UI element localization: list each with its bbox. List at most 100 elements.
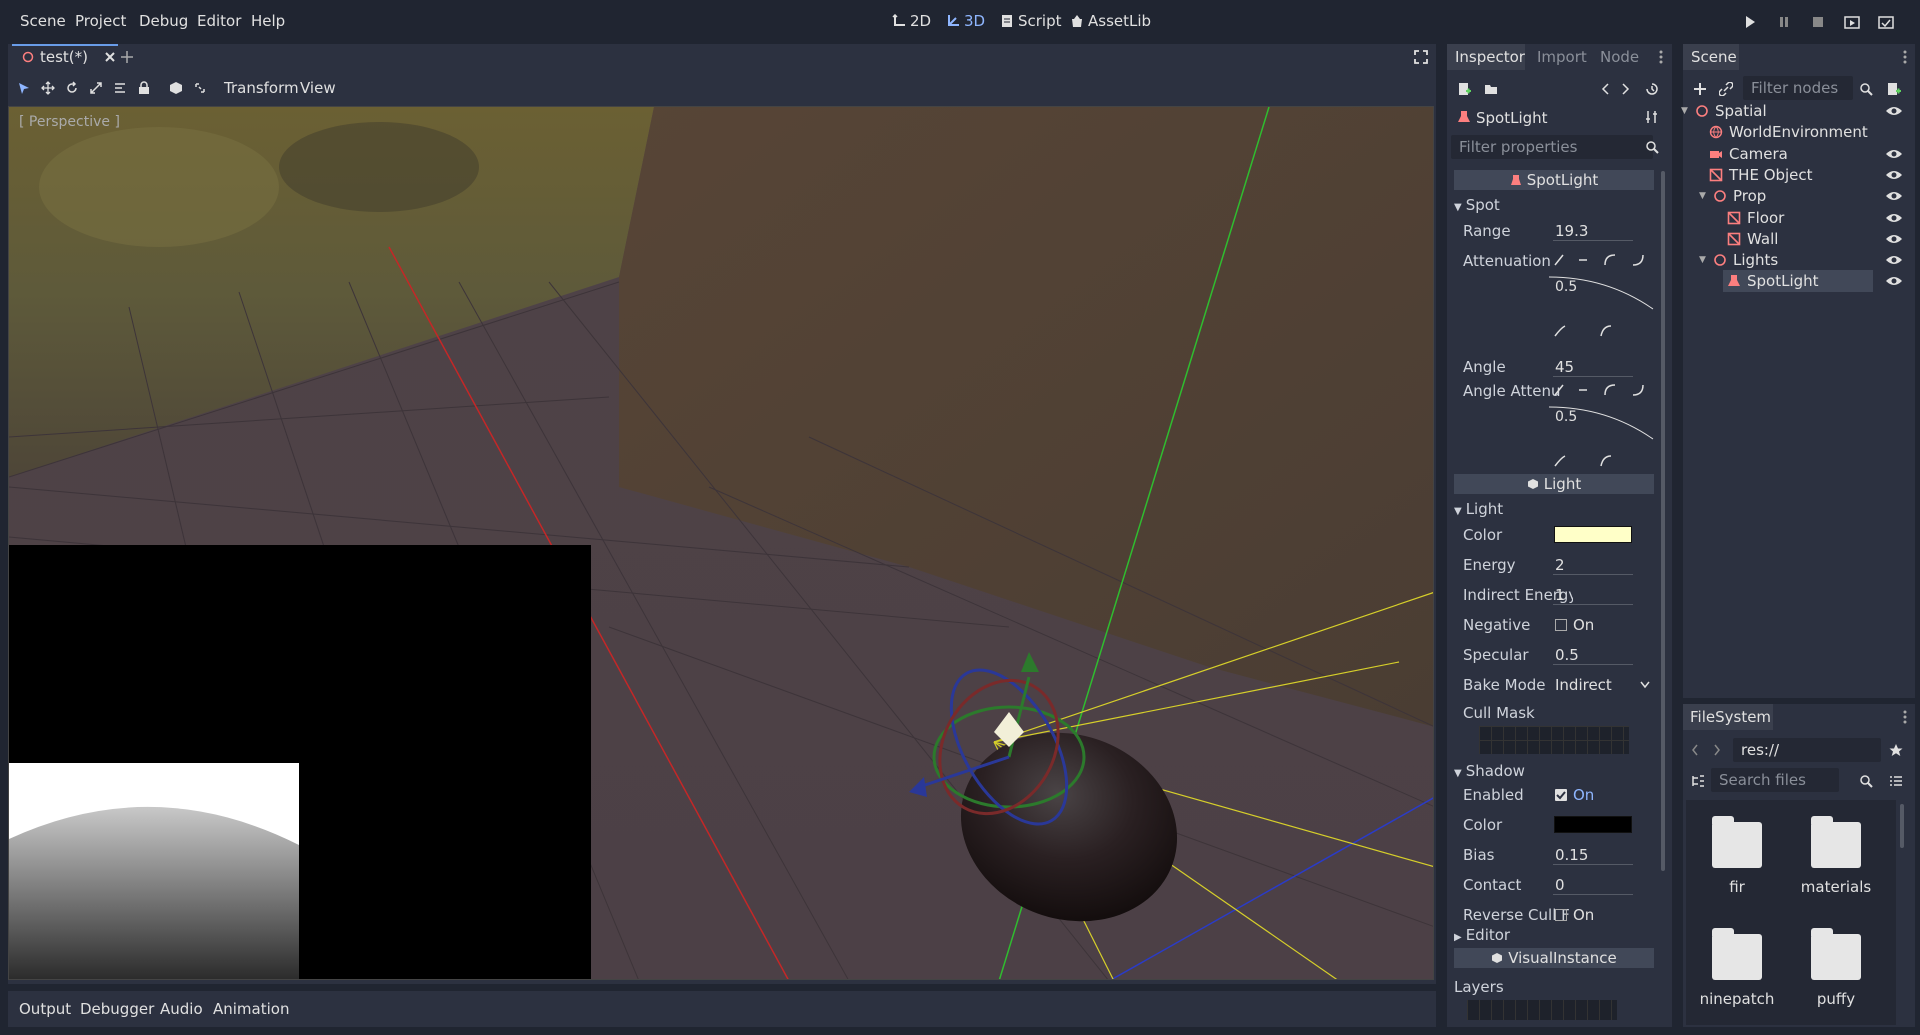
menu-debug[interactable]: Debug xyxy=(139,12,188,30)
attach-script-icon[interactable] xyxy=(1887,82,1901,96)
play-icon[interactable] xyxy=(1740,12,1760,32)
easing-inout-icon[interactable] xyxy=(1553,324,1613,338)
cull-mask-grid[interactable] xyxy=(1479,726,1629,754)
workspace-2d-button[interactable]: 2D xyxy=(892,12,931,30)
skeleton-icon[interactable] xyxy=(190,78,210,98)
class-header-spotlight[interactable]: SpotLight xyxy=(1454,170,1654,190)
expand-arrow-icon[interactable]: ▼ xyxy=(1699,255,1707,265)
visibility-eye-icon[interactable] xyxy=(1885,105,1903,117)
rotate-tool-icon[interactable] xyxy=(62,78,82,98)
section-shadow[interactable]: ▼ Shadow xyxy=(1454,762,1525,780)
visibility-eye-icon[interactable] xyxy=(1885,275,1903,287)
menu-editor[interactable]: Editor xyxy=(197,12,241,30)
dock-menu-icon[interactable] xyxy=(1903,50,1907,64)
object-properties-icon[interactable] xyxy=(1645,110,1659,124)
easing-presets-icon[interactable] xyxy=(1553,383,1653,397)
select-tool-icon[interactable] xyxy=(14,78,34,98)
tab-inspector[interactable]: Inspector xyxy=(1455,48,1525,66)
fullscreen-icon[interactable] xyxy=(1414,50,1428,64)
scene-tab[interactable]: test(*) xyxy=(12,44,118,68)
play-scene-icon[interactable] xyxy=(1842,12,1862,32)
visibility-eye-icon[interactable] xyxy=(1885,254,1903,266)
prop-contact-value[interactable]: 0 xyxy=(1555,876,1565,894)
group-icon[interactable] xyxy=(166,78,186,98)
tab-filesystem[interactable]: FileSystem xyxy=(1690,708,1771,726)
scene-tree-node[interactable]: ▼ Spatial xyxy=(1681,100,1767,122)
folder-item[interactable]: puffy xyxy=(1791,928,1881,1008)
3d-viewport[interactable]: [ Perspective ] xyxy=(8,106,1434,980)
list-view-icon[interactable] xyxy=(1889,774,1903,788)
filter-nodes-field[interactable]: Filter nodes xyxy=(1743,76,1853,100)
instance-scene-icon[interactable] xyxy=(1719,82,1733,96)
path-field[interactable]: res:// xyxy=(1733,738,1881,762)
negative-checkbox[interactable] xyxy=(1555,619,1567,631)
menu-project[interactable]: Project xyxy=(75,12,126,30)
inspector-scrollbar[interactable] xyxy=(1661,171,1665,871)
scale-tool-icon[interactable] xyxy=(86,78,106,98)
search-files-field[interactable]: Search files xyxy=(1711,768,1839,792)
close-icon[interactable] xyxy=(104,51,116,63)
light-color-swatch[interactable] xyxy=(1554,526,1632,543)
section-light[interactable]: ▼ Light xyxy=(1454,500,1503,518)
visibility-eye-icon[interactable] xyxy=(1885,233,1903,245)
prop-indirect-value[interactable]: 1 xyxy=(1555,586,1565,604)
scene-tree-node[interactable]: Floor xyxy=(1727,207,1784,229)
prop-bias-value[interactable]: 0.15 xyxy=(1555,846,1588,864)
stop-icon[interactable] xyxy=(1808,12,1828,32)
dock-menu-icon[interactable] xyxy=(1659,50,1663,64)
pause-icon[interactable] xyxy=(1774,12,1794,32)
scene-tree-node[interactable]: WorldEnvironment xyxy=(1709,121,1868,143)
folder-item[interactable]: materials xyxy=(1791,816,1881,896)
angle-attenuation-curve[interactable]: 0.5 xyxy=(1547,405,1655,449)
attenuation-curve[interactable]: 0.5 xyxy=(1547,275,1655,319)
easing-inout-icon[interactable] xyxy=(1553,454,1613,468)
transform-menu[interactable]: Transform xyxy=(224,79,299,97)
new-resource-icon[interactable] xyxy=(1457,82,1471,96)
history-back-icon[interactable] xyxy=(1691,744,1699,756)
easing-presets-icon[interactable] xyxy=(1553,253,1653,267)
tab-scene[interactable]: Scene xyxy=(1691,48,1737,66)
visibility-eye-icon[interactable] xyxy=(1885,212,1903,224)
section-spot[interactable]: ▼ Spot xyxy=(1454,196,1500,214)
add-tab-icon[interactable] xyxy=(120,50,134,64)
bottom-tab-audio[interactable]: Audio xyxy=(160,1000,203,1018)
workspace-3d-button[interactable]: 3D xyxy=(946,12,985,30)
scene-tree-node[interactable]: THE Object xyxy=(1709,164,1813,186)
file-grid-scrollbar[interactable] xyxy=(1900,804,1904,848)
history-forward-icon[interactable] xyxy=(1621,82,1631,96)
favorite-star-icon[interactable] xyxy=(1889,743,1903,757)
tab-import[interactable]: Import xyxy=(1537,48,1587,66)
view-menu[interactable]: View xyxy=(300,79,336,97)
expand-arrow-icon[interactable]: ▼ xyxy=(1699,191,1707,201)
bottom-tab-animation[interactable]: Animation xyxy=(213,1000,289,1018)
bottom-tab-debugger[interactable]: Debugger xyxy=(80,1000,154,1018)
list-select-icon[interactable] xyxy=(110,78,130,98)
workspace-script-button[interactable]: Script xyxy=(1000,12,1062,30)
visibility-eye-icon[interactable] xyxy=(1885,148,1903,160)
history-back-icon[interactable] xyxy=(1600,82,1610,96)
scene-tree-node[interactable]: Wall xyxy=(1727,228,1778,250)
menu-scene[interactable]: Scene xyxy=(20,12,66,30)
prop-energy-value[interactable]: 2 xyxy=(1555,556,1565,574)
lock-icon[interactable] xyxy=(134,78,154,98)
class-header-light[interactable]: Light xyxy=(1454,474,1654,494)
folder-item[interactable]: ninepatch xyxy=(1692,928,1782,1008)
prop-angle-value[interactable]: 45 xyxy=(1555,358,1574,376)
scene-tree-node[interactable]: SpotLight xyxy=(1723,270,1873,293)
reverse-cull-checkbox[interactable] xyxy=(1555,909,1567,921)
folder-item[interactable]: fir xyxy=(1692,816,1782,896)
scene-tree-node[interactable]: Camera xyxy=(1709,143,1788,165)
history-forward-icon[interactable] xyxy=(1713,744,1721,756)
history-icon[interactable] xyxy=(1645,82,1659,96)
load-resource-icon[interactable] xyxy=(1484,82,1498,96)
visibility-eye-icon[interactable] xyxy=(1885,169,1903,181)
tab-node[interactable]: Node xyxy=(1600,48,1639,66)
shadow-color-swatch[interactable] xyxy=(1554,816,1632,833)
viewport-perspective-label[interactable]: [ Perspective ] xyxy=(19,114,120,130)
shadow-enabled-checkbox[interactable] xyxy=(1555,789,1567,801)
bottom-tab-output[interactable]: Output xyxy=(19,1000,71,1018)
expand-arrow-icon[interactable]: ▼ xyxy=(1681,106,1689,116)
prop-range-value[interactable]: 19.3 xyxy=(1555,222,1588,240)
play-custom-scene-icon[interactable] xyxy=(1876,12,1896,32)
split-mode-icon[interactable] xyxy=(1691,774,1705,788)
